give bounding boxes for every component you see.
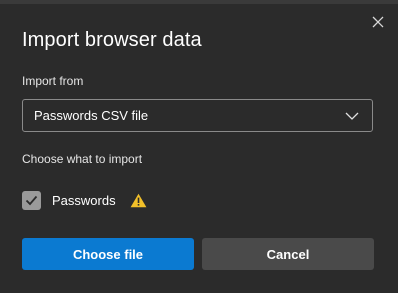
import-browser-data-dialog: Import browser data Import from Password… <box>0 0 398 293</box>
passwords-option: Passwords <box>22 189 148 211</box>
import-from-selected-value: Passwords CSV file <box>34 108 149 123</box>
passwords-checkbox-label: Passwords <box>52 192 116 208</box>
dialog-title: Import browser data <box>22 29 202 51</box>
cancel-button[interactable]: Cancel <box>202 238 374 270</box>
choose-what-to-import-label: Choose what to import <box>22 152 143 166</box>
close-icon <box>372 16 384 28</box>
import-from-label: Import from <box>22 74 84 88</box>
chevron-down-icon <box>345 112 359 120</box>
close-button[interactable] <box>368 12 388 32</box>
passwords-checkbox[interactable] <box>22 190 41 210</box>
checkmark-icon <box>25 195 38 205</box>
warning-icon[interactable] <box>130 192 148 208</box>
choose-file-button[interactable]: Choose file <box>22 238 194 270</box>
import-from-dropdown[interactable]: Passwords CSV file <box>22 99 373 132</box>
